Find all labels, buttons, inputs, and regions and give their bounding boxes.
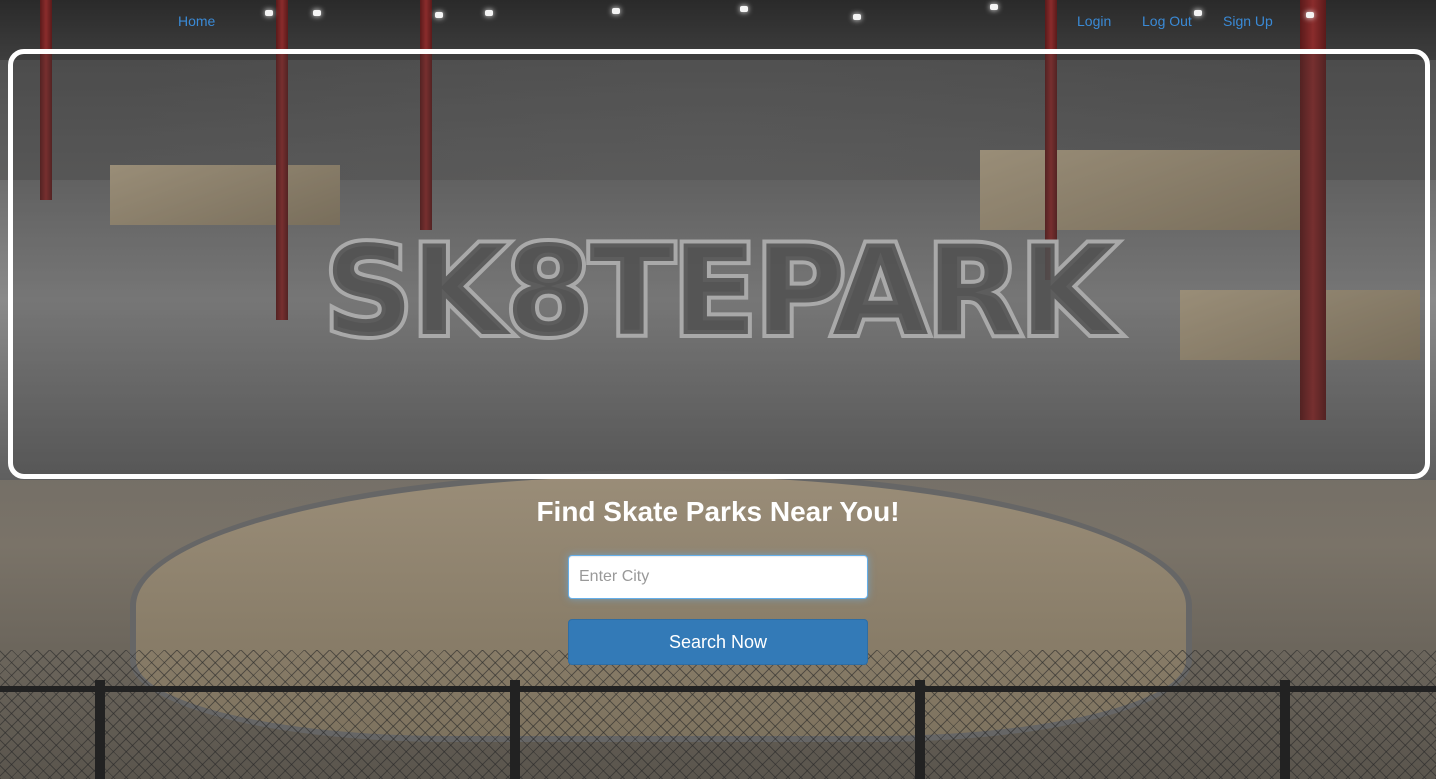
background-fence-post bbox=[95, 680, 105, 779]
search-now-button[interactable]: Search Now bbox=[568, 619, 868, 665]
nav-logout-link[interactable]: Log Out bbox=[1142, 13, 1192, 29]
nav-login-link[interactable]: Login bbox=[1077, 13, 1111, 29]
background-fence-post bbox=[915, 680, 925, 779]
search-heading: Find Skate Parks Near You! bbox=[536, 496, 900, 527]
hero-banner: SK8TEPARK bbox=[8, 49, 1430, 479]
background-fence-post bbox=[510, 680, 520, 779]
nav-home-link[interactable]: Home bbox=[178, 13, 215, 29]
background-fence-post bbox=[1280, 680, 1290, 779]
background-fence bbox=[0, 650, 1436, 779]
nav-signup-link[interactable]: Sign Up bbox=[1223, 13, 1273, 29]
top-nav: Home Login Log Out Sign Up bbox=[0, 0, 1436, 44]
city-search-input[interactable] bbox=[568, 555, 868, 599]
hero-logo-title: SK8TEPARK bbox=[320, 216, 1120, 368]
background-fence-rail bbox=[0, 686, 1436, 692]
